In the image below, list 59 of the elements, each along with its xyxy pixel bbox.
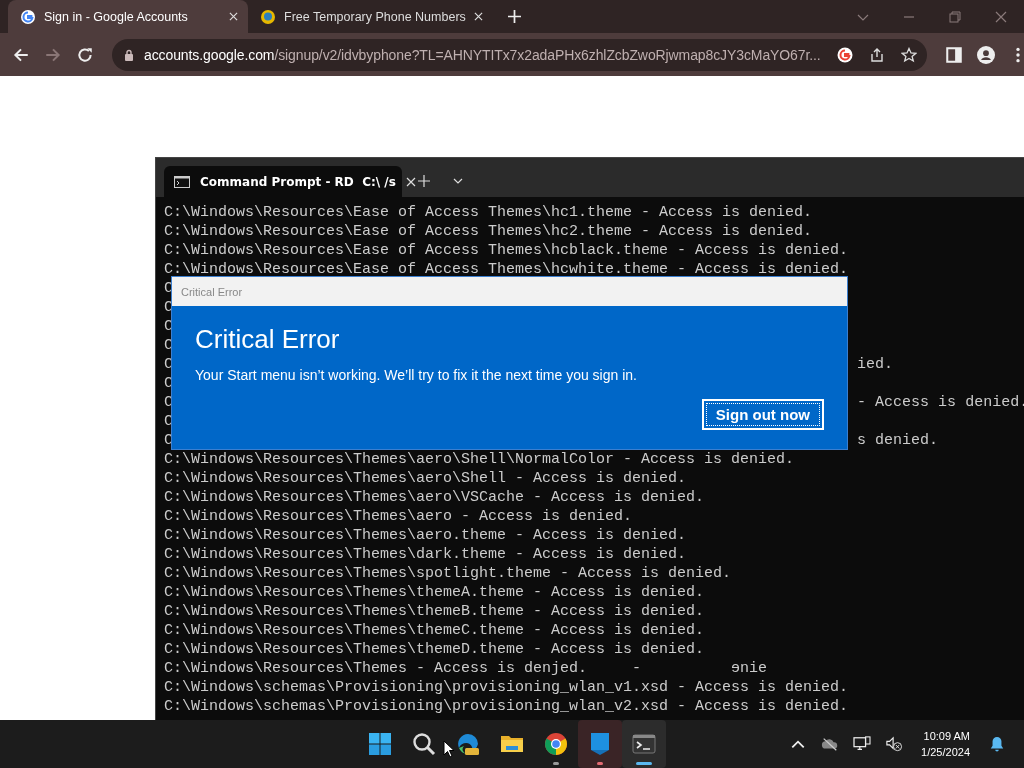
dialog-caption: Critical Error <box>181 285 243 298</box>
console-line: C:\Windows\Resources\Ease of Access Themes\hc2.theme - Access is denied. <box>164 223 813 240</box>
console-line: - Access is denied. <box>857 393 1024 412</box>
g-logo-icon[interactable] <box>836 46 853 63</box>
g-logo-icon <box>20 8 36 25</box>
network-icon[interactable] <box>853 736 872 752</box>
console-line: C:\Windows\Resources\Ease of Access Themes\hc1.theme - Access is denied. <box>164 204 813 221</box>
restore-icon[interactable] <box>949 11 961 23</box>
lock-icon <box>124 48 134 61</box>
address-bar[interactable]: accounts.google.com/signup/v2/idvbyphone?TL=AHNYTITx7x2adaPHx6zhlZcbZwoRjwmap8cJY3cMaYO67r... <box>112 38 927 71</box>
tab-title: Command Prompt - RD C:\ /s <box>200 174 396 189</box>
sign-out-button[interactable]: Sign out now <box>701 399 824 430</box>
browser-tab[interactable]: Free Temporary Phone Numbers <box>248 0 488 33</box>
console-line: C:\Windows\Resources\Themes\aero\VSCache - Access is denied. <box>164 489 705 506</box>
console-line: C:\Windows\Resources\Ease of Access Themes\hcwhite.theme - Access is denied. <box>164 261 849 278</box>
browser-tab[interactable]: Sign in - Google Accounts <box>8 0 248 33</box>
bell-icon[interactable] <box>988 736 1006 752</box>
console-line: C:\Windows\Resources\Themes - Access is denjed. - ɘnie <box>164 660 768 677</box>
new-tab-icon[interactable] <box>418 175 430 187</box>
profile-icon[interactable] <box>976 45 995 64</box>
tab-title: Sign in - Google Accounts <box>44 9 189 24</box>
app-icon <box>588 732 612 756</box>
dialog-message: Your Start menu isn’t working. We’ll try to fix it the next time you sign in. <box>195 367 638 383</box>
console-line: C:\Windows\Resources\Themes\aero - Access is denied. <box>164 508 633 525</box>
start-icon <box>368 732 392 756</box>
console-line: C:\Windows\Resources\Themes\aero\Shell - Access is denied. <box>164 470 687 487</box>
console-icon <box>174 175 190 188</box>
tab-title: Free Temporary Phone Numbers <box>284 9 466 24</box>
star-icon[interactable] <box>900 46 917 63</box>
clock-date: 1/25/2024 <box>921 745 970 760</box>
console-line: C:\Windows\Resources\Themes\aero\Shell\NormalColor - Access is denied. <box>164 451 795 468</box>
volume-muted-icon[interactable] <box>885 736 904 752</box>
clock[interactable]: 10:09 AM 1/25/2024 <box>921 728 970 760</box>
reload-icon[interactable] <box>76 45 94 64</box>
console-line: s denied. <box>857 431 939 450</box>
terminal-icon <box>632 732 656 756</box>
console-line: C:\Windows\Resources\Themes\themeC.theme - Access is denied. <box>164 622 705 639</box>
console-line: C:\Windows\Resources\Ease of Access Themes\hcblack.theme - Access is denied. <box>164 242 849 259</box>
chrome-icon <box>544 732 568 756</box>
clock-time: 10:09 AM <box>923 729 970 744</box>
console-line: C:\Windows\schemas\Provisioning\provisioning_wlan_v1.xsd - Access is denied. <box>164 679 849 696</box>
new-tab-icon[interactable] <box>508 10 521 23</box>
console-line: C:\Windows\Resources\Themes\spotlight.theme - Access is denied. <box>164 565 732 582</box>
side-panel-icon[interactable] <box>944 45 963 64</box>
url-text: accounts.google.com/signup/v2/idvbyphone?TL=AHNYTITx7x2adaPHx6zhlZcbZwoRjwmap8cJY3cMaYO67r... <box>144 46 821 63</box>
dialog-heading: Critical Error <box>195 324 341 355</box>
console-line: ied. <box>857 355 894 374</box>
console-line: C:\Windows\Resources\Themes\dark.theme - Access is denied. <box>164 546 687 563</box>
cloud-off-icon[interactable] <box>821 736 840 752</box>
console-line: C:\Windows\Resources\Themes\themeB.theme - Access is denied. <box>164 603 705 620</box>
taskbar-button[interactable] <box>622 720 666 768</box>
console-line: C:\Windows\Resources\Themes\aero.theme - Access is denied. <box>164 527 687 544</box>
share-icon[interactable] <box>868 46 885 63</box>
console-line: C:\Windows\Resources\Themes\themeD.theme - Access is denied. <box>164 641 705 658</box>
mouse-pointer-icon <box>443 740 455 758</box>
browser-icon <box>456 732 480 756</box>
console-line: C:\Windows\schemas\Provisioning\provisioning_wlan_v2.xsd - Access is denied. <box>164 698 849 715</box>
console-line: C:\Windows\Resources\Themes\themeA.theme - Access is denied. <box>164 584 705 601</box>
search-icon <box>412 732 436 756</box>
